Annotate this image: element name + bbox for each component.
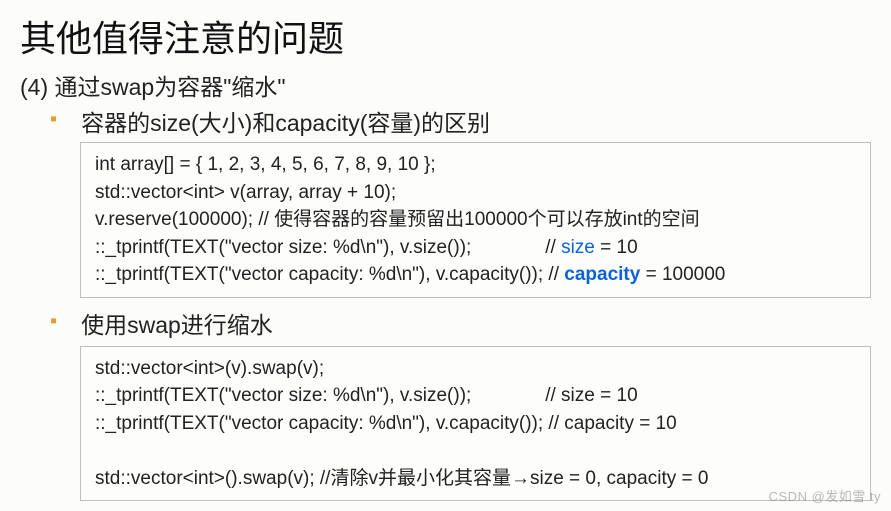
code1-l1: int array[] = { 1, 2, 3, 4, 5, 6, 7, 8, … bbox=[95, 154, 436, 175]
code1-l5b: = 100000 bbox=[640, 264, 725, 285]
code1-l4b: = 10 bbox=[595, 237, 638, 258]
code2-l5b: size = 0, capacity = 0 bbox=[530, 468, 709, 489]
watermark: CSDN @发如雪 ty bbox=[769, 486, 881, 505]
code-block-1: int array[] = { 1, 2, 3, 4, 5, 6, 7, 8, … bbox=[80, 142, 871, 298]
bullet-item-2: ▪ 使用swap进行缩水 bbox=[50, 306, 871, 340]
code1-l4a: ::_tprintf(TEXT("vector size: %d\n"), v.… bbox=[95, 237, 561, 258]
code-block-2: std::vector<int>(v).swap(v); ::_tprintf(… bbox=[80, 346, 871, 502]
code2-l2: ::_tprintf(TEXT("vector size: %d\n"), v.… bbox=[95, 385, 638, 406]
arrow-icon: → bbox=[511, 468, 530, 489]
bullet-text-2: 使用swap进行缩水 bbox=[81, 306, 273, 340]
section-subheading: (4) 通过swap为容器"缩水" bbox=[20, 68, 871, 102]
code1-l3: v.reserve(100000); // 使得容器的容量预留出100000个可… bbox=[95, 209, 700, 230]
code2-l3: ::_tprintf(TEXT("vector capacity: %d\n")… bbox=[95, 413, 677, 434]
bullet-item-1: ▪ 容器的size(大小)和capacity(容量)的区别 bbox=[50, 104, 871, 138]
code1-size-kw: size bbox=[561, 237, 595, 258]
bullet-icon: ▪ bbox=[50, 306, 57, 336]
code2-l1: std::vector<int>(v).swap(v); bbox=[95, 358, 324, 379]
code2-l5a: std::vector<int>().swap(v); //清除v并最小化其容量 bbox=[95, 468, 511, 489]
bullet-icon: ▪ bbox=[50, 104, 57, 134]
code1-capacity-kw: capacity bbox=[564, 264, 640, 285]
code1-l5a: ::_tprintf(TEXT("vector capacity: %d\n")… bbox=[95, 264, 564, 285]
slide-title: 其他值得注意的问题 bbox=[20, 10, 871, 62]
bullet-text-1: 容器的size(大小)和capacity(容量)的区别 bbox=[81, 104, 490, 138]
code1-l2: std::vector<int> v(array, array + 10); bbox=[95, 182, 396, 203]
